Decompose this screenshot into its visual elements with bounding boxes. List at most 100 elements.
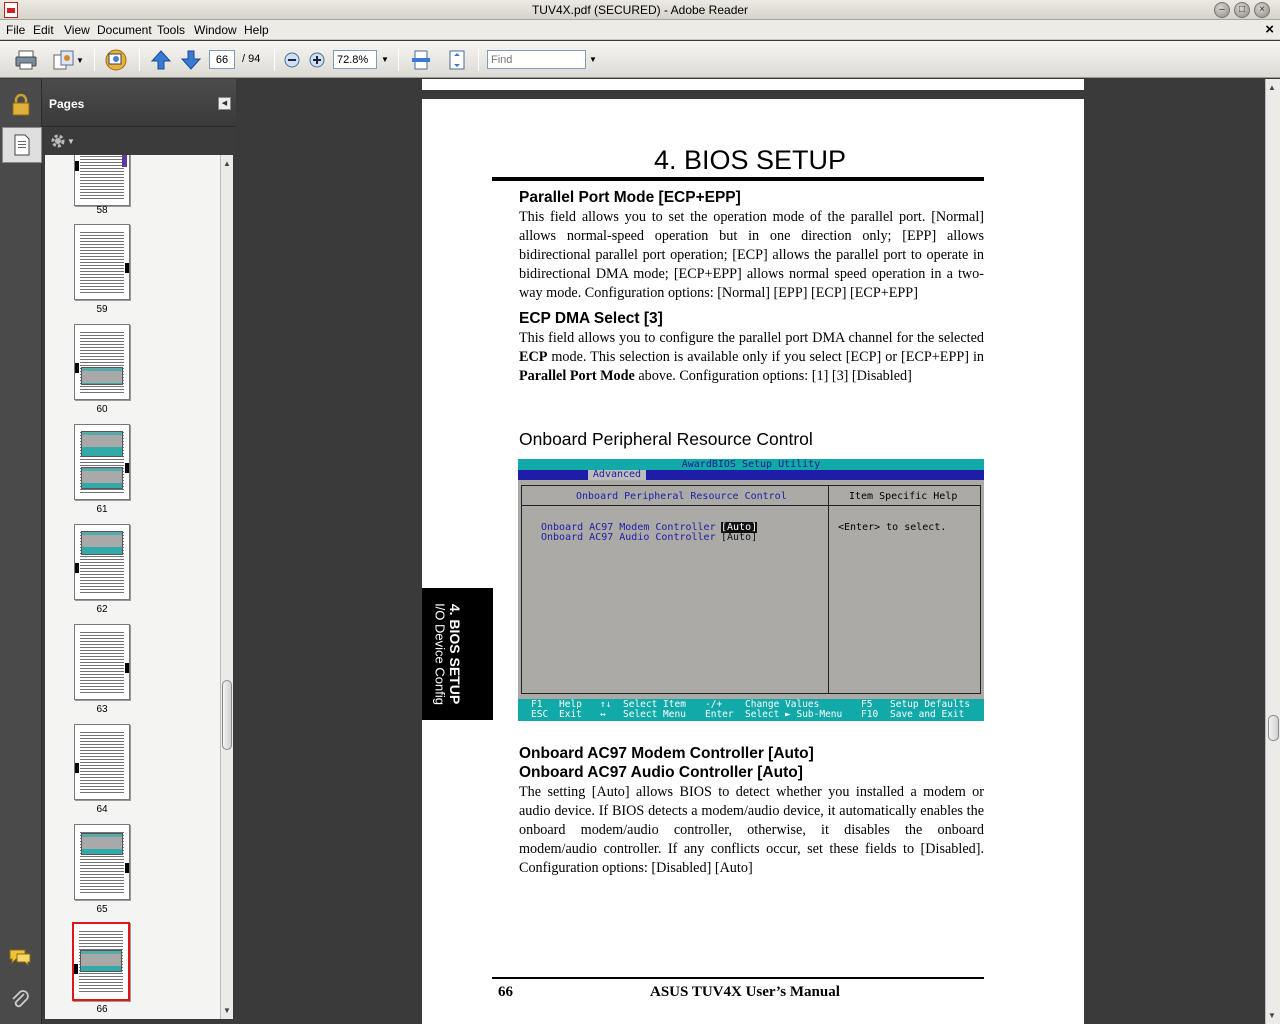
- minimize-button[interactable]: –: [1214, 2, 1230, 18]
- side-tab-section: I/O Device Config: [432, 603, 448, 705]
- gear-icon: [51, 134, 65, 148]
- page-thumbnail-label: 59: [96, 304, 108, 315]
- find-options-chevron-down-icon[interactable]: ▼: [589, 55, 597, 64]
- scrollbar-thumb[interactable]: [222, 680, 232, 750]
- section-title: ECP DMA Select [3]: [519, 310, 663, 327]
- adobe-reader-window: TUV4X.pdf (SECURED) - Adobe Reader – □ ×…: [0, 0, 1280, 1024]
- menu-view[interactable]: View: [64, 23, 90, 37]
- section-body: This field allows you to set the operati…: [519, 209, 984, 301]
- zoom-out-button[interactable]: [283, 48, 301, 72]
- toolbar: ▼ / 94 ▼ ▼: [0, 41, 1280, 78]
- bios-utility-title: AwardBIOS Setup Utility: [518, 459, 984, 470]
- arrow-up-icon: [150, 50, 172, 70]
- page-thumbnail[interactable]: [74, 324, 130, 400]
- menu-tools[interactable]: Tools: [157, 23, 185, 37]
- scroll-up-icon[interactable]: ▲: [1268, 83, 1276, 92]
- navigation-rail: [0, 79, 42, 1024]
- toolbar-separator: [139, 49, 140, 71]
- menu-document[interactable]: Document: [97, 23, 152, 37]
- bios-key-desc: Exit: [559, 709, 582, 720]
- page-thumbnail[interactable]: [74, 824, 130, 900]
- collapse-panel-button[interactable]: ◀: [218, 97, 231, 110]
- pages-panel-button[interactable]: [2, 127, 42, 163]
- find-input[interactable]: [487, 50, 586, 69]
- page-thumbnail[interactable]: [74, 424, 130, 500]
- section-title: Onboard Peripheral Resource Control: [519, 429, 813, 449]
- scrollbar-thumb[interactable]: [1268, 715, 1279, 741]
- bios-key: ↔: [600, 709, 606, 720]
- fit-width-button[interactable]: [408, 48, 434, 72]
- section-title: Parallel Port Mode [ECP+EPP]: [519, 189, 741, 206]
- print-button[interactable]: [12, 48, 40, 72]
- fit-page-icon: [449, 50, 465, 70]
- previous-page-button[interactable]: [149, 48, 173, 72]
- page-thumbnail[interactable]: [74, 624, 130, 700]
- bios-key: Enter: [705, 709, 734, 720]
- bios-key: ESC: [531, 709, 549, 720]
- security-settings-button[interactable]: [4, 87, 38, 123]
- collaborate-button[interactable]: [102, 48, 130, 72]
- document-scrollbar[interactable]: ▲ ▼: [1265, 79, 1280, 1024]
- page-total-label: / 94: [242, 53, 261, 65]
- scroll-down-icon[interactable]: ▼: [221, 1004, 233, 1017]
- title-bar: TUV4X.pdf (SECURED) - Adobe Reader – □ ×: [0, 0, 1280, 20]
- zoom-out-icon: [284, 52, 300, 68]
- fit-page-button[interactable]: [444, 48, 470, 72]
- panel-options-row: ▼: [42, 127, 236, 155]
- paperclip-icon: [12, 990, 29, 1008]
- pdf-page: 4. BIOS SETUP Parallel Port Mode [ECP+EP…: [422, 79, 1084, 1024]
- menu-help[interactable]: Help: [244, 23, 269, 37]
- menu-bar: File Edit View Document Tools Window Hel…: [0, 20, 1280, 40]
- collaborate-icon: [105, 49, 127, 71]
- scroll-up-icon[interactable]: ▲: [221, 157, 233, 170]
- comments-button[interactable]: [6, 945, 34, 969]
- arrow-down-icon: [180, 50, 202, 70]
- scroll-down-icon[interactable]: ▼: [1268, 1011, 1276, 1020]
- page-thumbnail-selected[interactable]: [72, 922, 130, 1001]
- fit-width-icon: [412, 50, 430, 70]
- section-title: Onboard AC97 Modem Controller [Auto]: [519, 745, 814, 762]
- page-thumbnail[interactable]: [74, 724, 130, 800]
- page-thumbnail[interactable]: [74, 224, 130, 300]
- pages-panel-header: Pages ◀: [42, 79, 236, 127]
- pages-panel-title: Pages: [49, 97, 85, 111]
- page-thumbnail-label: 62: [96, 604, 108, 615]
- chevron-down-icon: ▼: [67, 136, 75, 146]
- options-menu-button[interactable]: ▼: [49, 132, 75, 150]
- page-thumbnail-label: 63: [96, 704, 108, 715]
- zoom-level-input[interactable]: [333, 50, 377, 69]
- bios-option-label: Onboard AC97 Audio Controller: [541, 532, 716, 543]
- pages-panel: Pages ◀ ▼ 58 59 60 61 62 63 64 65 66 ▲ ▼: [42, 79, 236, 1024]
- bios-divider: [828, 485, 829, 694]
- zoom-in-icon: [309, 52, 325, 68]
- next-page-button[interactable]: [179, 48, 203, 72]
- bios-key-desc: Select ► Sub-Menu: [745, 709, 843, 720]
- page-number-input[interactable]: [209, 50, 235, 69]
- menu-window[interactable]: Window: [194, 23, 237, 37]
- share-button[interactable]: ▼: [48, 48, 88, 72]
- document-viewport[interactable]: 4. BIOS SETUP Parallel Port Mode [ECP+EP…: [237, 79, 1265, 1024]
- maximize-button[interactable]: □: [1234, 2, 1250, 18]
- page-thumbnail-label: 61: [96, 504, 108, 515]
- zoom-in-button[interactable]: [308, 48, 326, 72]
- chevron-down-icon: ▼: [76, 55, 84, 65]
- close-document-icon[interactable]: ×: [1265, 21, 1274, 38]
- bios-screenshot: AwardBIOS Setup Utility Advanced Onboard…: [518, 459, 984, 721]
- page-thumbnail-label: 66: [96, 1004, 108, 1015]
- page-thumbnail[interactable]: [74, 155, 130, 206]
- section-body: The setting [Auto] allows BIOS to detect…: [519, 784, 984, 876]
- page-thumbnail-label: 60: [96, 404, 108, 415]
- zoom-dropdown-chevron-down-icon[interactable]: ▼: [381, 55, 389, 64]
- menu-edit[interactable]: Edit: [33, 23, 54, 37]
- bios-tab-advanced: Advanced: [588, 470, 646, 480]
- close-button[interactable]: ×: [1254, 2, 1270, 18]
- attachments-button[interactable]: [6, 987, 34, 1011]
- page-thumbnail[interactable]: [74, 524, 130, 600]
- bios-footer: F1 Help ESC Exit ↑↓ Select Item ↔ Select…: [518, 699, 984, 721]
- previous-page-edge: [422, 90, 1084, 99]
- menu-file[interactable]: File: [6, 23, 25, 37]
- thumbnails-scrollbar[interactable]: ▲ ▼: [220, 155, 233, 1019]
- bios-panel-title: Onboard Peripheral Resource Control: [576, 491, 787, 502]
- pages-icon: [14, 134, 30, 156]
- toolbar-separator: [398, 49, 399, 71]
